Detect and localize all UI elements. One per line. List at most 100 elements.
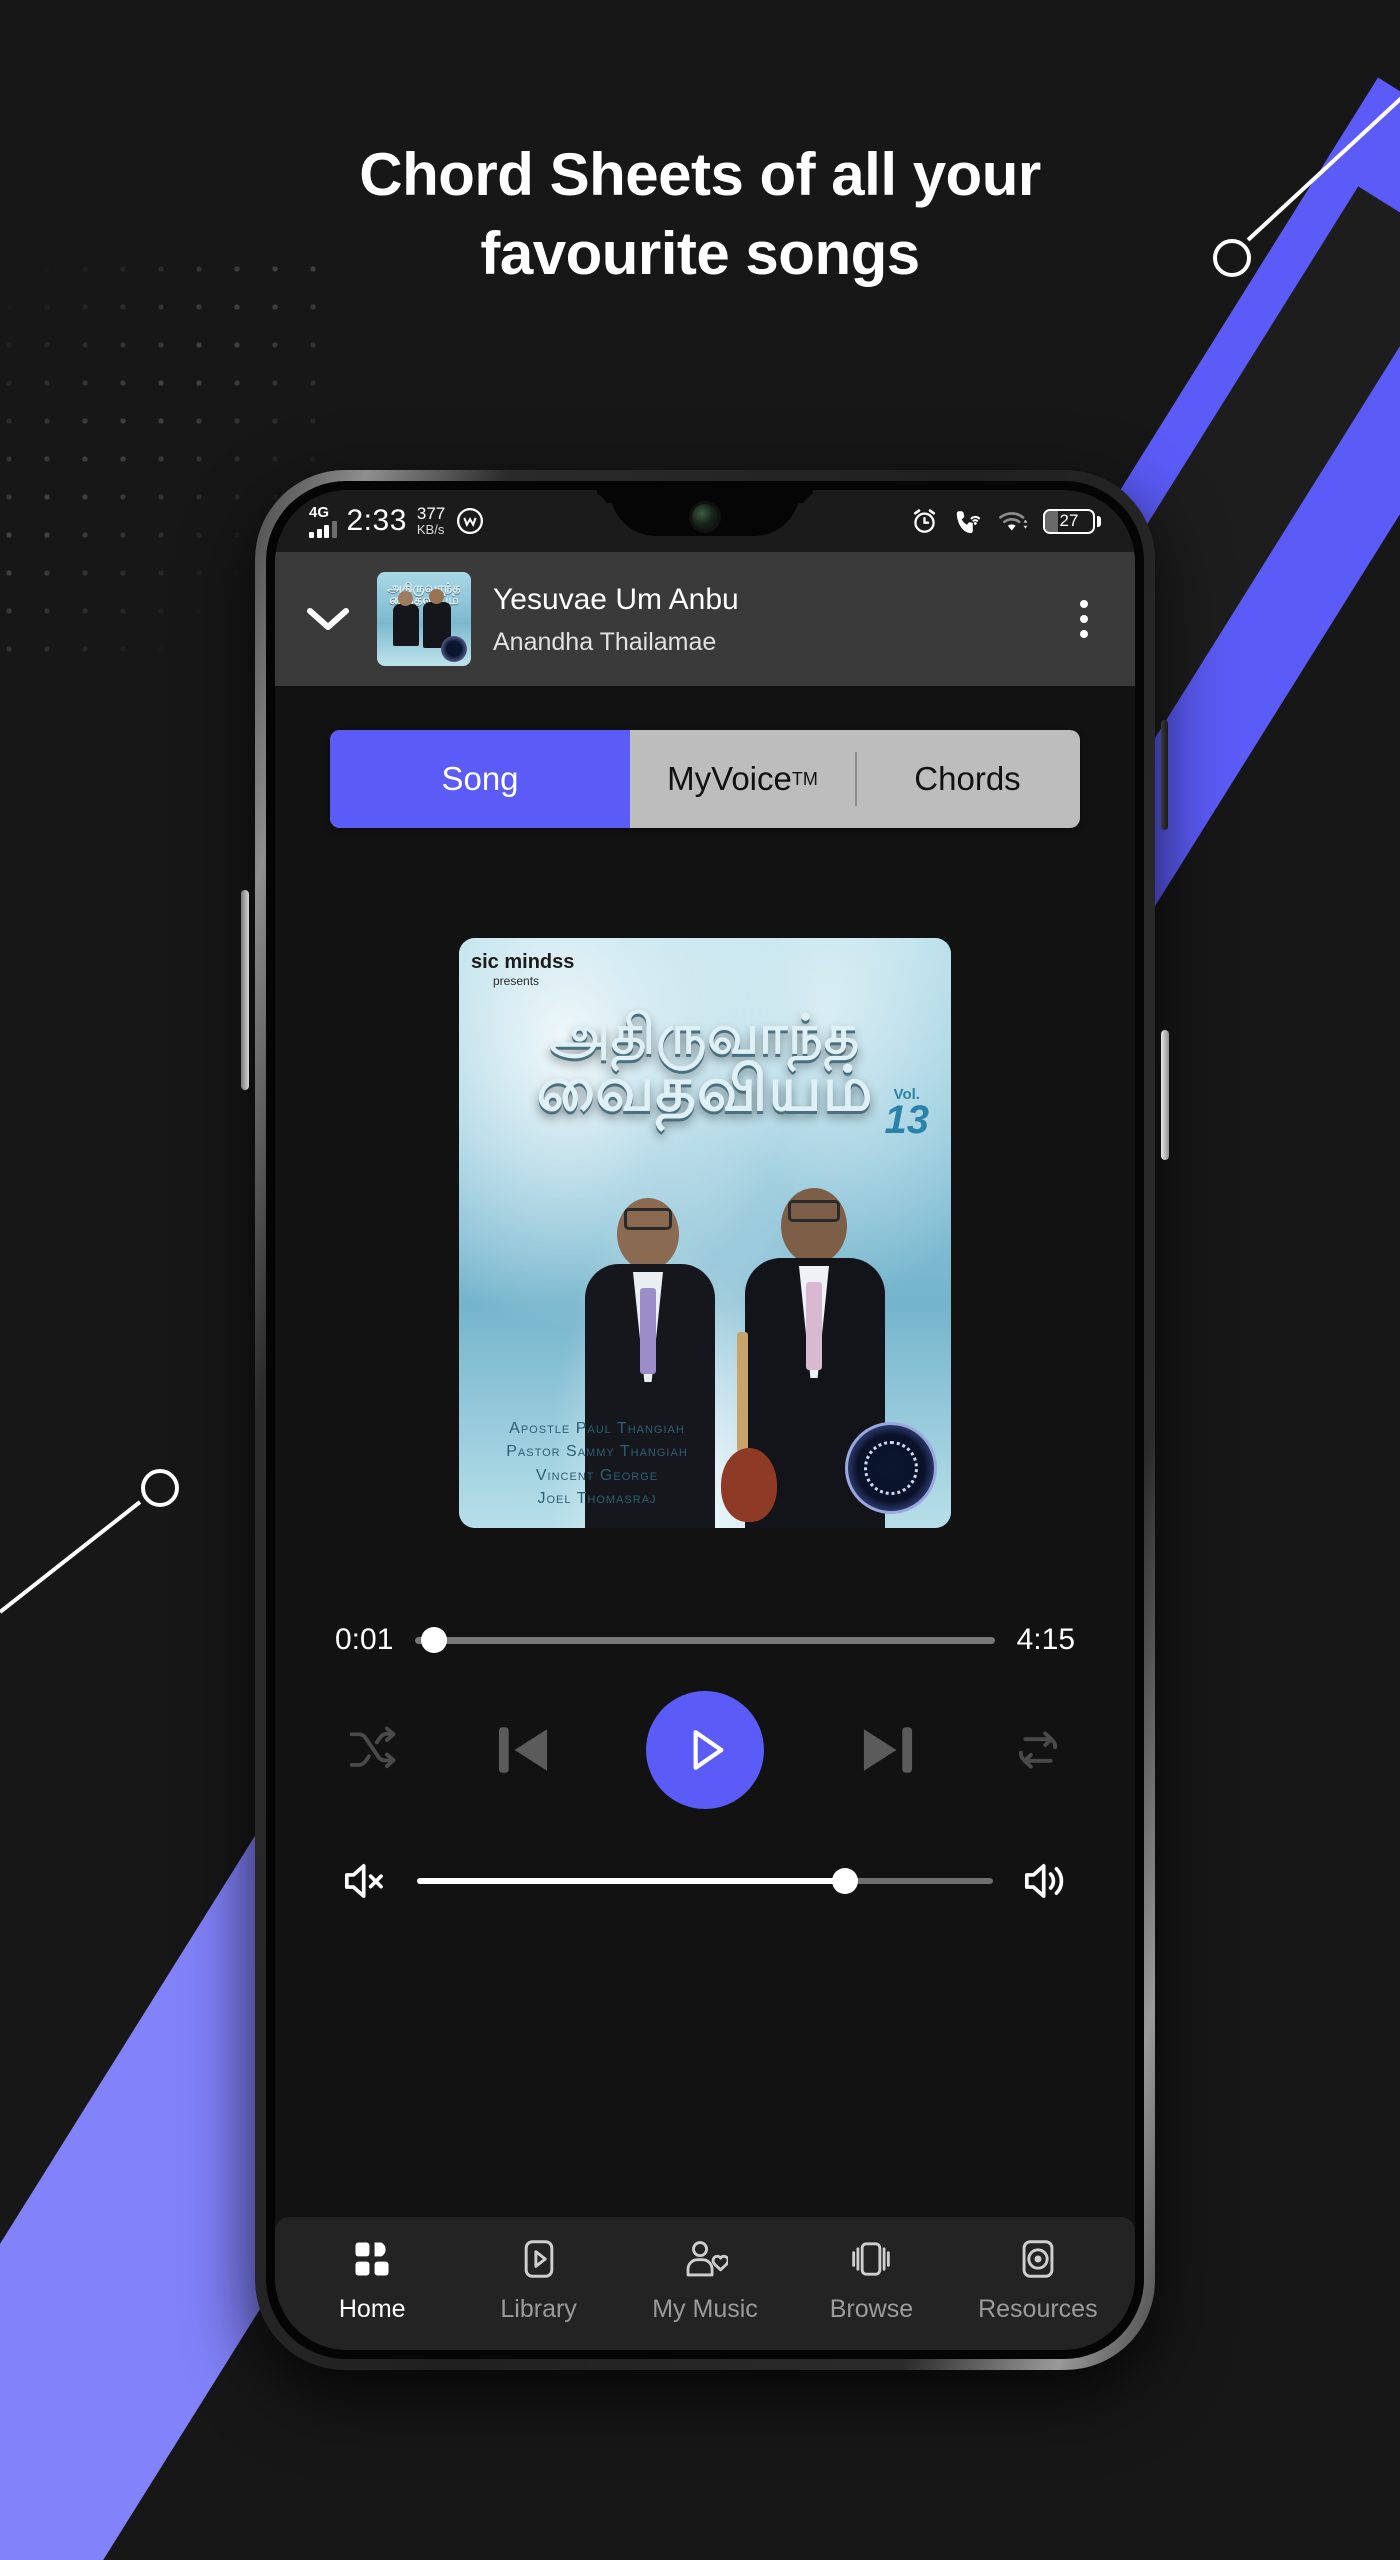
player-body: Song MyVoice TM Chords sic mindss present… [275,686,1135,2350]
nav-label-home: Home [338,2295,406,2323]
data-speed-indicator: 377 KB/s [417,505,445,536]
nav-item-library[interactable]: Library [455,2235,621,2324]
volume-up-icon [1024,1863,1064,1899]
volume-fill [417,1878,844,1884]
headline-line-2: favourite songs [480,220,920,288]
album-title: அதிருவாந்த வைதவியம் [459,1008,951,1125]
alarm-clock-icon [913,508,936,533]
status-bar-left: 4G 2:33 377 KB/s [309,504,485,538]
network-indicator: 4G [309,505,337,538]
album-seal-badge [845,1422,937,1514]
network-type-label: 4G [309,503,330,521]
repeat-button[interactable] [1011,1723,1065,1777]
tab-myvoice[interactable]: MyVoice TM [630,730,855,828]
tab-song-label: Song [441,760,519,797]
album-art-container: sic mindss presents அதிருவாந்த வைதவியம் … [305,938,1105,1528]
shuffle-icon [349,1726,396,1769]
nav-item-browse[interactable]: Browse [788,2235,954,2324]
elapsed-time: 0:01 [335,1623,394,1656]
previous-button[interactable] [484,1711,562,1789]
seek-slider[interactable] [415,1625,995,1655]
seek-thumb[interactable] [421,1627,448,1653]
headline-line-1: Chord Sheets of all your [359,141,1041,208]
kebab-dot [1080,615,1088,623]
volume-mute-icon [344,1863,383,1899]
status-clock: 2:33 [346,504,407,537]
next-button[interactable] [849,1711,927,1789]
album-volume-number: 13 [884,1097,930,1142]
grid-icon [350,2235,394,2283]
data-speed-unit: KB/s [416,522,445,538]
play-button[interactable] [646,1691,764,1809]
album-publisher-name: sic mindss [471,951,575,973]
kebab-dot [1080,600,1088,608]
battery-percent-label: 27 [1059,511,1079,530]
nav-label-library: Library [500,2295,577,2323]
wifi-icon [999,511,1028,531]
signal-bars-icon [309,520,337,538]
album-credit-line: Vincent George [535,1466,659,1484]
tab-song[interactable]: Song [330,730,630,828]
album-credit-line: Pastor Sammy Thangiah [506,1443,688,1461]
overflow-menu-button[interactable] [1059,589,1109,649]
play-icon [693,1730,724,1770]
phone-volume-button [1161,720,1168,830]
phone-notch [610,490,800,536]
now-playing-title: Yesuvae Um Anbu [493,582,739,616]
seek-row: 0:01 4:15 [335,1528,1075,1657]
tab-chords-label: Chords [914,760,1021,797]
kebab-dot [1080,630,1088,638]
phone-bezel: 4G 2:33 377 KB/s 27 அதிருவாந்த வைதவியம் … [266,481,1144,2359]
play-square-icon [517,2235,561,2283]
chevron-down-icon [307,608,349,630]
album-publisher: sic mindss presents [471,952,574,987]
phone-screen: 4G 2:33 377 KB/s 27 அதிருவாந்த வைதவியம் … [275,490,1135,2350]
page-headline: Chord Sheets of all your favourite songs [0,135,1400,293]
nav-item-home[interactable]: Home [289,2235,455,2324]
shuffle-button[interactable] [345,1723,399,1777]
repeat-icon [1018,1731,1058,1769]
nav-item-my-music[interactable]: My Music [622,2235,788,2324]
front-camera-icon [692,504,718,530]
transport-controls [345,1691,1065,1809]
now-playing-artist: Anandha Thailamae [493,628,717,657]
seek-track [415,1636,995,1644]
battery-indicator: 27 [1043,508,1101,534]
skip-previous-icon [498,1727,547,1773]
album-credits: Apostle Paul Thangiah Pastor Sammy Thang… [477,1417,717,1510]
do-not-disturb-icon [457,508,484,534]
mini-album-art[interactable]: அதிருவாந்த வைதவியம் [377,572,471,666]
tab-chords[interactable]: Chords [855,730,1080,828]
status-bar-right: 27 [910,507,1101,536]
album-publisher-sub: presents [493,974,540,988]
collapse-player-button[interactable] [301,592,355,646]
nav-item-resources[interactable]: Resources [955,2235,1121,2324]
nav-label-resources: Resources [978,2295,1098,2323]
volume-up-button[interactable] [1019,1855,1071,1907]
disc-icon [1016,2235,1060,2283]
volume-slider[interactable] [417,1867,993,1895]
nav-label-browse: Browse [829,2295,914,2323]
nav-label-my-music: My Music [652,2295,758,2323]
mute-button[interactable] [339,1855,391,1907]
data-speed-value: 377 [416,504,446,524]
album-title-line-2: வைதவியம் [536,1055,874,1125]
album-art[interactable]: sic mindss presents அதிருவாந்த வைதவியம் … [459,938,951,1528]
album-volume-badge: Vol. 13 [884,1087,930,1142]
volume-row [339,1855,1071,1907]
cards-icon [848,2235,894,2283]
tab-myvoice-trademark: TM [791,768,818,789]
volume-thumb[interactable] [831,1868,858,1894]
now-playing-text: Yesuvae Um Anbu Anandha Thailamae [493,581,1037,658]
album-credit-line: Joel Thomasraj [537,1489,657,1507]
album-credit-line: Apostle Paul Thangiah [509,1420,685,1438]
duration-time: 4:15 [1016,1623,1075,1656]
status-bar: 4G 2:33 377 KB/s 27 [275,490,1135,552]
decor-line-bottom-left [0,1469,179,1614]
mode-tabs: Song MyVoice TM Chords [330,730,1080,828]
tab-myvoice-label: MyVoice [667,760,792,797]
phone-left-button [241,890,249,1090]
wifi-calling-icon [956,510,981,533]
phone-mockup: 4G 2:33 377 KB/s 27 அதிருவாந்த வைதவியம் … [241,470,1169,2370]
phone-power-button [1161,1030,1169,1160]
